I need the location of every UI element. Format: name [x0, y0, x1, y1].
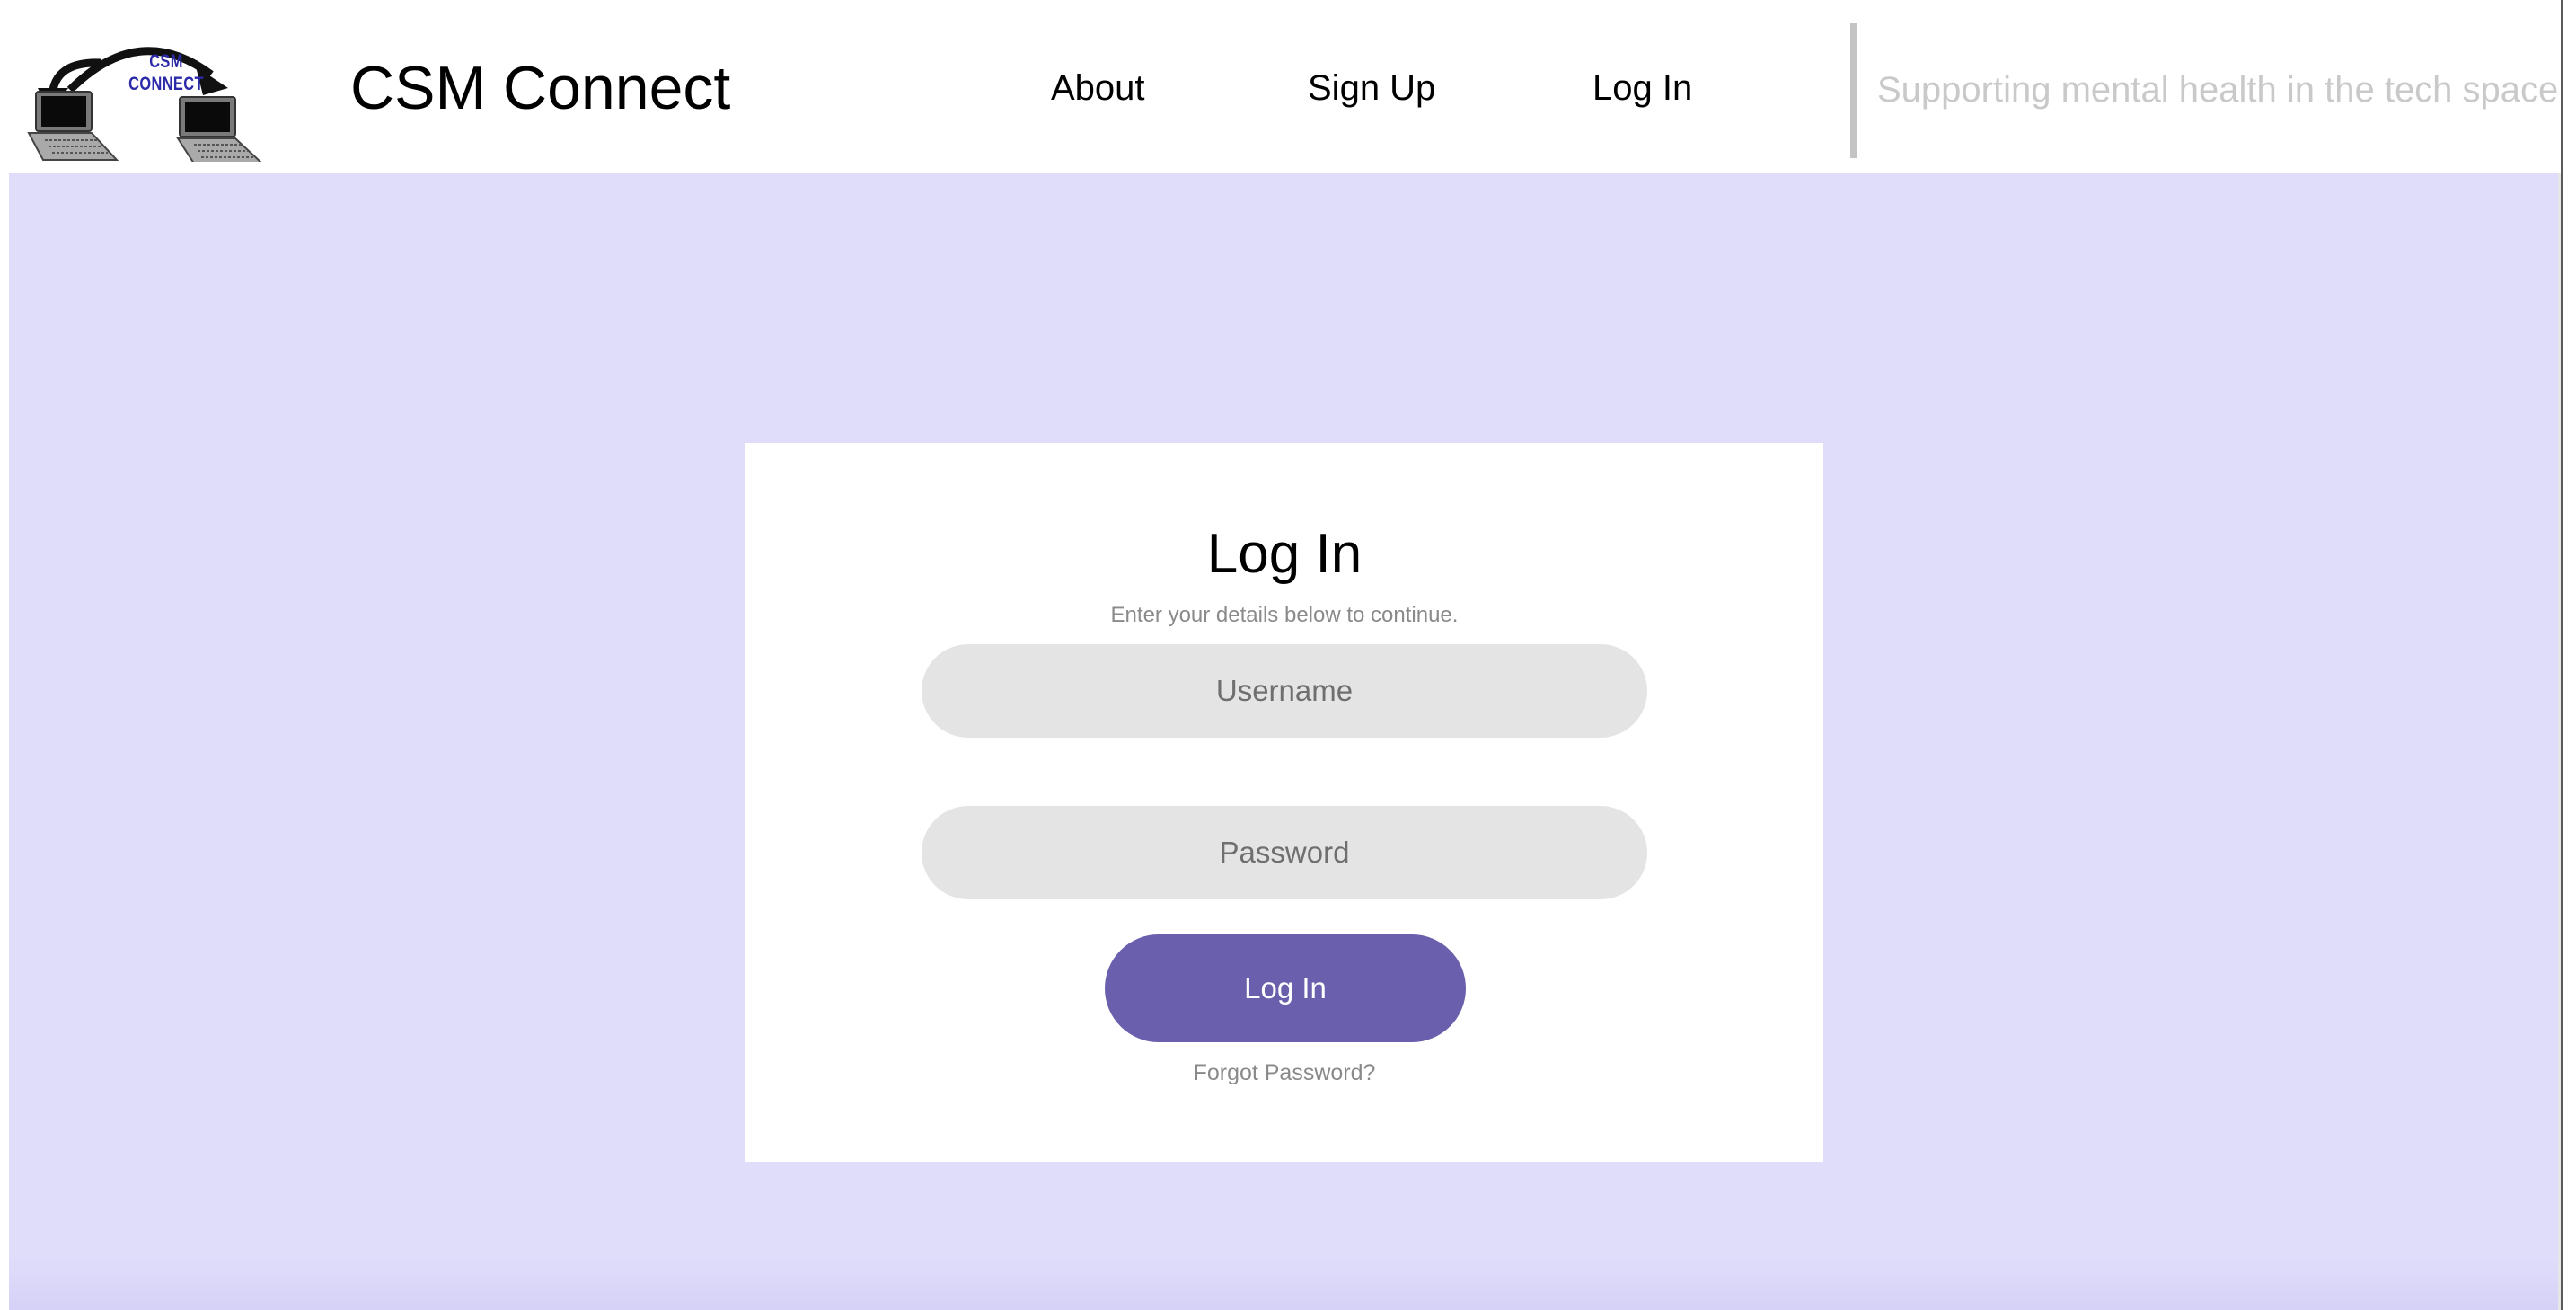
header-divider — [1850, 23, 1857, 158]
login-title: Log In — [1206, 523, 1363, 585]
window-edge — [2561, 0, 2563, 1310]
csm-connect-logo[interactable]: CSM CONNECT — [27, 25, 269, 164]
site-header: CSM CONNECT CSM Connect About Sign Up Lo… — [0, 0, 2576, 173]
forgot-password-link[interactable]: Forgot Password? — [745, 1058, 1823, 1087]
username-input[interactable] — [922, 644, 1647, 738]
brand-name[interactable]: CSM Connect — [350, 52, 730, 124]
main-content: Log In Enter your details below to conti… — [9, 173, 2558, 1310]
login-button[interactable]: Log In — [1105, 934, 1466, 1042]
nav-login-link[interactable]: Log In — [1592, 66, 1692, 110]
logo-text: CSM CONNECT — [128, 51, 204, 94]
password-input[interactable] — [922, 806, 1647, 899]
login-card: Log In Enter your details below to conti… — [745, 443, 1823, 1162]
background-gradient — [9, 1256, 2558, 1310]
nav-signup-link[interactable]: Sign Up — [1308, 66, 1435, 110]
app-root: CSM CONNECT CSM Connect About Sign Up Lo… — [0, 0, 2576, 1310]
site-tagline: Supporting mental health in the tech spa… — [1877, 70, 2559, 110]
nav-about-link[interactable]: About — [1051, 66, 1145, 110]
login-subtitle: Enter your details below to continue. — [1110, 603, 1459, 627]
